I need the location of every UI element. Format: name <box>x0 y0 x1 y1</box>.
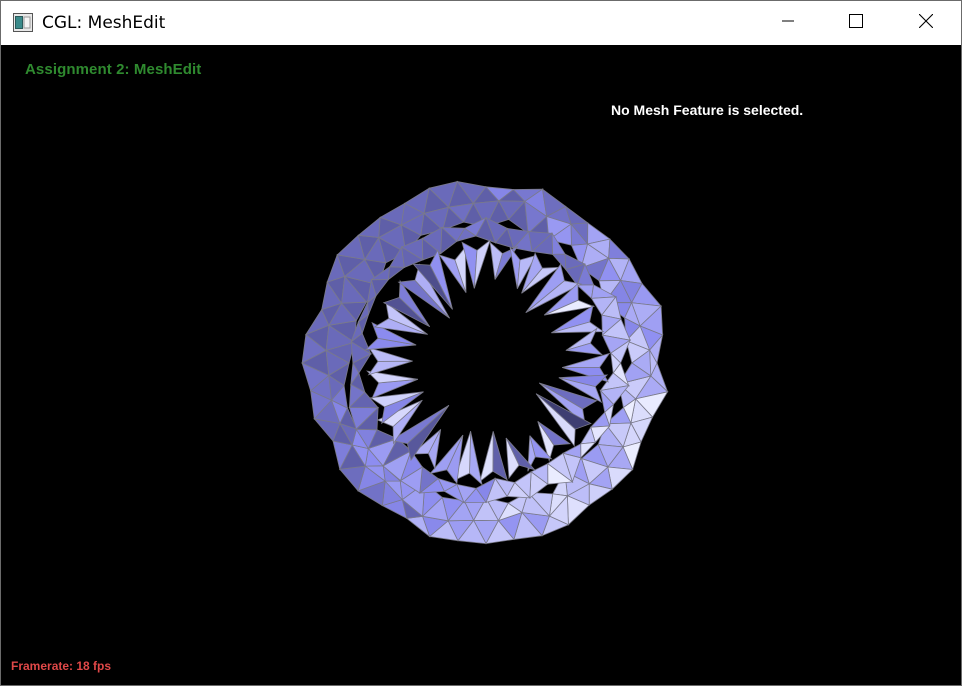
framerate-readout: Framerate: 18 fps <box>11 659 112 673</box>
mesh-face[interactable] <box>387 266 406 281</box>
mesh-face[interactable] <box>576 284 595 300</box>
mesh-render[interactable] <box>1 45 961 685</box>
mesh-spike-face[interactable] <box>368 346 413 362</box>
minimize-icon <box>782 14 794 32</box>
mesh-viewport[interactable]: Assignment 2: MeshEdit No Mesh Feature i… <box>1 45 961 685</box>
mesh-spike-face[interactable] <box>562 352 611 368</box>
assignment-title: Assignment 2: MeshEdit <box>25 61 202 78</box>
title-bar[interactable]: CGL: MeshEdit <box>1 1 961 45</box>
mesh-spike-face[interactable] <box>367 360 413 376</box>
mesh-spike-face[interactable] <box>565 342 604 356</box>
mesh-spike-face[interactable] <box>492 431 508 481</box>
mesh-face[interactable] <box>357 216 381 238</box>
selection-status: No Mesh Feature is selected. <box>611 102 804 118</box>
close-button[interactable] <box>891 1 961 45</box>
maximize-button[interactable] <box>821 1 891 45</box>
window-title: CGL: MeshEdit <box>42 13 166 33</box>
close-icon <box>918 13 934 33</box>
minimize-button[interactable] <box>753 1 823 45</box>
app-window: CGL: MeshEdit Assignment 2: MeshEdit No … <box>0 0 962 686</box>
mesh-spike-face[interactable] <box>479 431 494 483</box>
mesh-spike-face[interactable] <box>469 431 483 486</box>
mesh-spike-face[interactable] <box>473 238 492 289</box>
application-window-icon[interactable] <box>13 13 33 32</box>
maximize-icon <box>849 13 863 33</box>
mesh-face[interactable] <box>608 238 631 260</box>
